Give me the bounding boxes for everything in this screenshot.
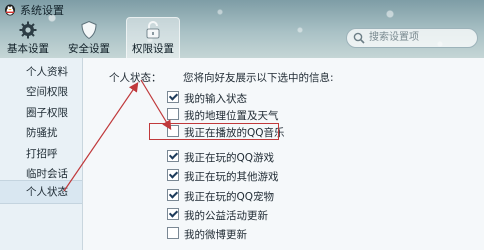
option-location-weather[interactable]: 我的地理位置及天气 <box>167 108 279 122</box>
sidebar-item-label: 个人状态 <box>26 186 68 198</box>
main-panel: 个人状态： 您将向好友展示以下选中的信息: 我的输入状态 我的地理位置及天气 我… <box>83 58 484 250</box>
checkbox[interactable] <box>167 108 179 120</box>
option-label: 我的微博更新 <box>184 229 247 241</box>
search-box[interactable] <box>346 28 478 48</box>
search-input[interactable] <box>369 30 469 44</box>
tab-label: 基本设置 <box>7 43 49 55</box>
section-label: 个人状态： <box>109 72 162 84</box>
checkbox[interactable] <box>167 150 179 162</box>
intro-text: 您将向好友展示以下选中的信息: <box>183 72 334 84</box>
qq-penguin-icon <box>5 4 15 16</box>
option-label: 我正在玩的其他游戏 <box>184 171 279 183</box>
sidebar-item-personal-status[interactable]: 个人状态 <box>0 180 82 204</box>
sidebar-item-profile[interactable]: 个人资料 <box>0 62 82 82</box>
sidebar-item-label: 个人资料 <box>26 66 68 78</box>
sidebar-item-anti-harassment[interactable]: 防骚扰 <box>0 123 82 143</box>
sidebar-item-label: 临时会话 <box>26 168 68 180</box>
gear-icon <box>19 21 37 39</box>
checkbox[interactable] <box>167 227 179 239</box>
highlight-box <box>149 123 279 140</box>
tab-basic-settings[interactable]: 基本设置 <box>2 18 54 58</box>
option-qq-pet[interactable]: 我正在玩的QQ宠物 <box>167 189 274 203</box>
sidebar-item-greeting[interactable]: 打招呼 <box>0 144 82 164</box>
unlock-icon <box>146 21 160 39</box>
tab-label: 权限设置 <box>132 43 174 55</box>
option-label: 我正在玩的QQ宠物 <box>184 191 275 203</box>
window-title: 系统设置 <box>20 4 64 17</box>
sidebar-item-circle-permission[interactable]: 圈子权限 <box>0 103 82 123</box>
search-icon <box>353 32 365 44</box>
option-label: 我的输入状态 <box>184 93 247 105</box>
checkbox[interactable] <box>167 208 179 220</box>
option-other-games[interactable]: 我正在玩的其他游戏 <box>167 169 279 183</box>
sidebar-item-label: 圈子权限 <box>26 107 68 119</box>
option-weibo-updates[interactable]: 我的微博更新 <box>167 227 247 241</box>
sidebar: 个人资料 空间权限 圈子权限 防骚扰 打招呼 临时会话 个人状态 <box>0 58 83 250</box>
sidebar-item-label: 空间权限 <box>26 86 68 98</box>
header: 系统设置 基本设置 安全设置 权限设置 <box>0 0 484 58</box>
sidebar-item-label: 打招呼 <box>26 148 58 160</box>
sidebar-item-label: 防骚扰 <box>26 127 58 139</box>
checkbox[interactable] <box>167 169 179 181</box>
title-bar: 系统设置 <box>0 0 484 18</box>
option-label: 我的地理位置及天气 <box>184 110 279 122</box>
option-qq-games[interactable]: 我正在玩的QQ游戏 <box>167 150 274 164</box>
tab-label: 安全设置 <box>68 43 110 55</box>
option-label: 我正在玩的QQ游戏 <box>184 152 275 164</box>
tab-permission-settings[interactable]: 权限设置 <box>126 17 180 58</box>
option-label: 我的公益活动更新 <box>184 210 268 222</box>
tab-security-settings[interactable]: 安全设置 <box>63 18 115 58</box>
shield-icon <box>81 20 97 40</box>
checkbox[interactable] <box>167 189 179 201</box>
checkbox[interactable] <box>167 91 179 103</box>
option-charity-updates[interactable]: 我的公益活动更新 <box>167 208 268 222</box>
option-input-status[interactable]: 我的输入状态 <box>167 91 247 105</box>
sidebar-item-space-permission[interactable]: 空间权限 <box>0 82 82 102</box>
